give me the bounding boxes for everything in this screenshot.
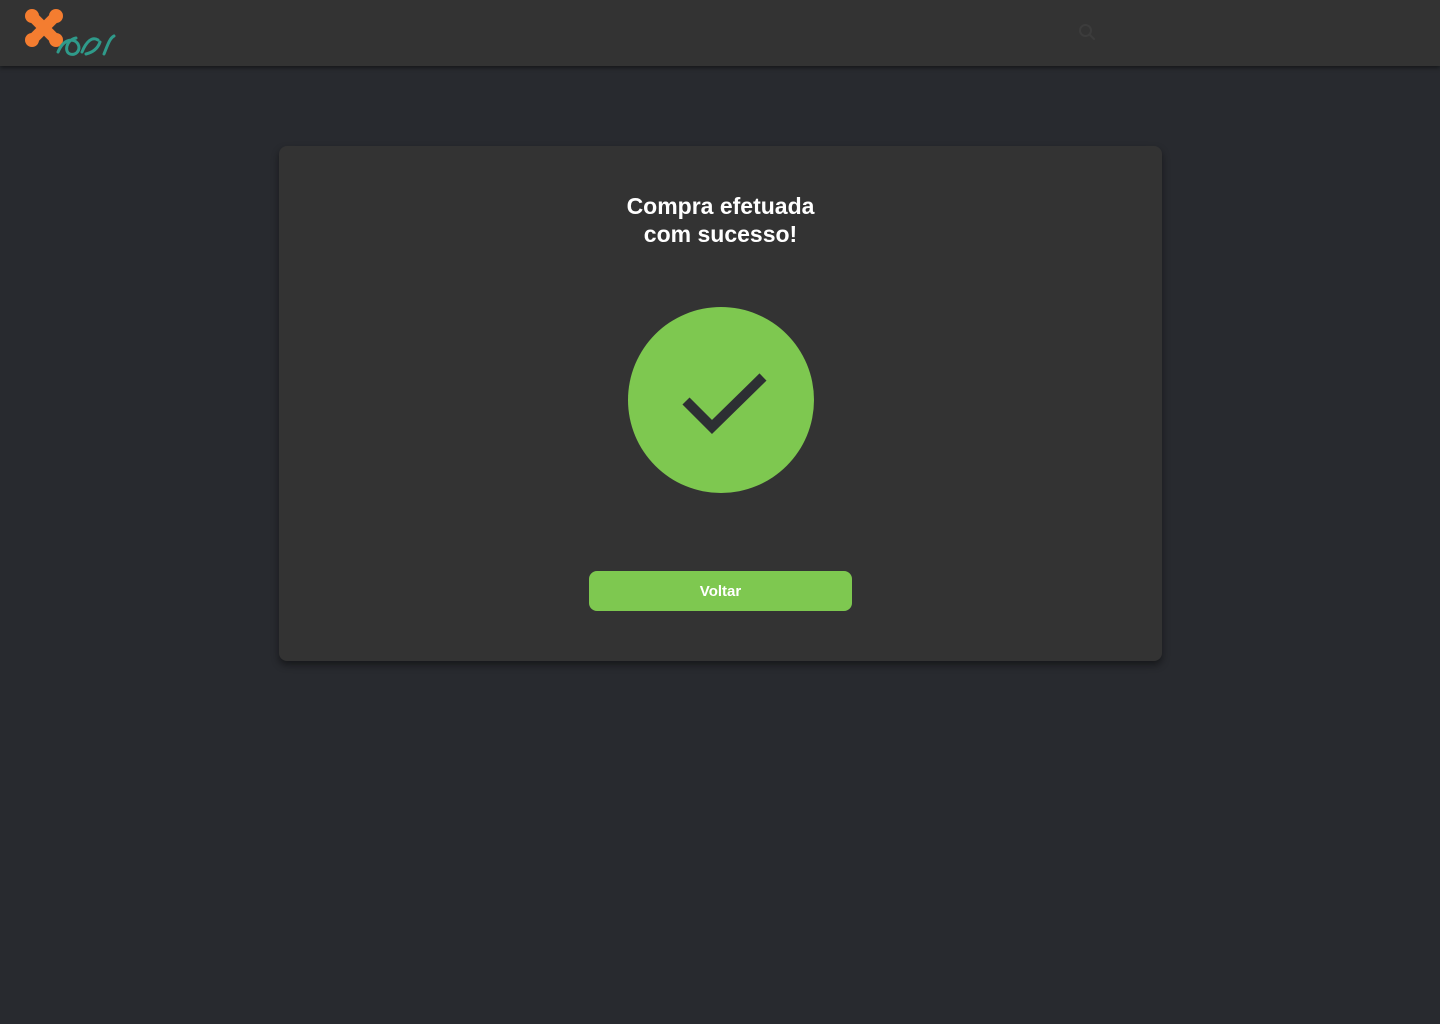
check-circle-icon — [628, 307, 814, 493]
back-button[interactable]: Voltar — [589, 571, 852, 611]
success-title-line-2: com sucesso! — [643, 221, 798, 247]
purchase-success-card: Compra efetuada com sucesso! Voltar — [279, 146, 1162, 661]
success-title-line-1: Compra efetuada — [626, 193, 815, 219]
app-logo[interactable] — [24, 8, 116, 58]
success-title: Compra efetuada com sucesso! — [279, 192, 1162, 248]
top-navbar — [0, 0, 1440, 66]
search-icon[interactable] — [1078, 23, 1096, 41]
